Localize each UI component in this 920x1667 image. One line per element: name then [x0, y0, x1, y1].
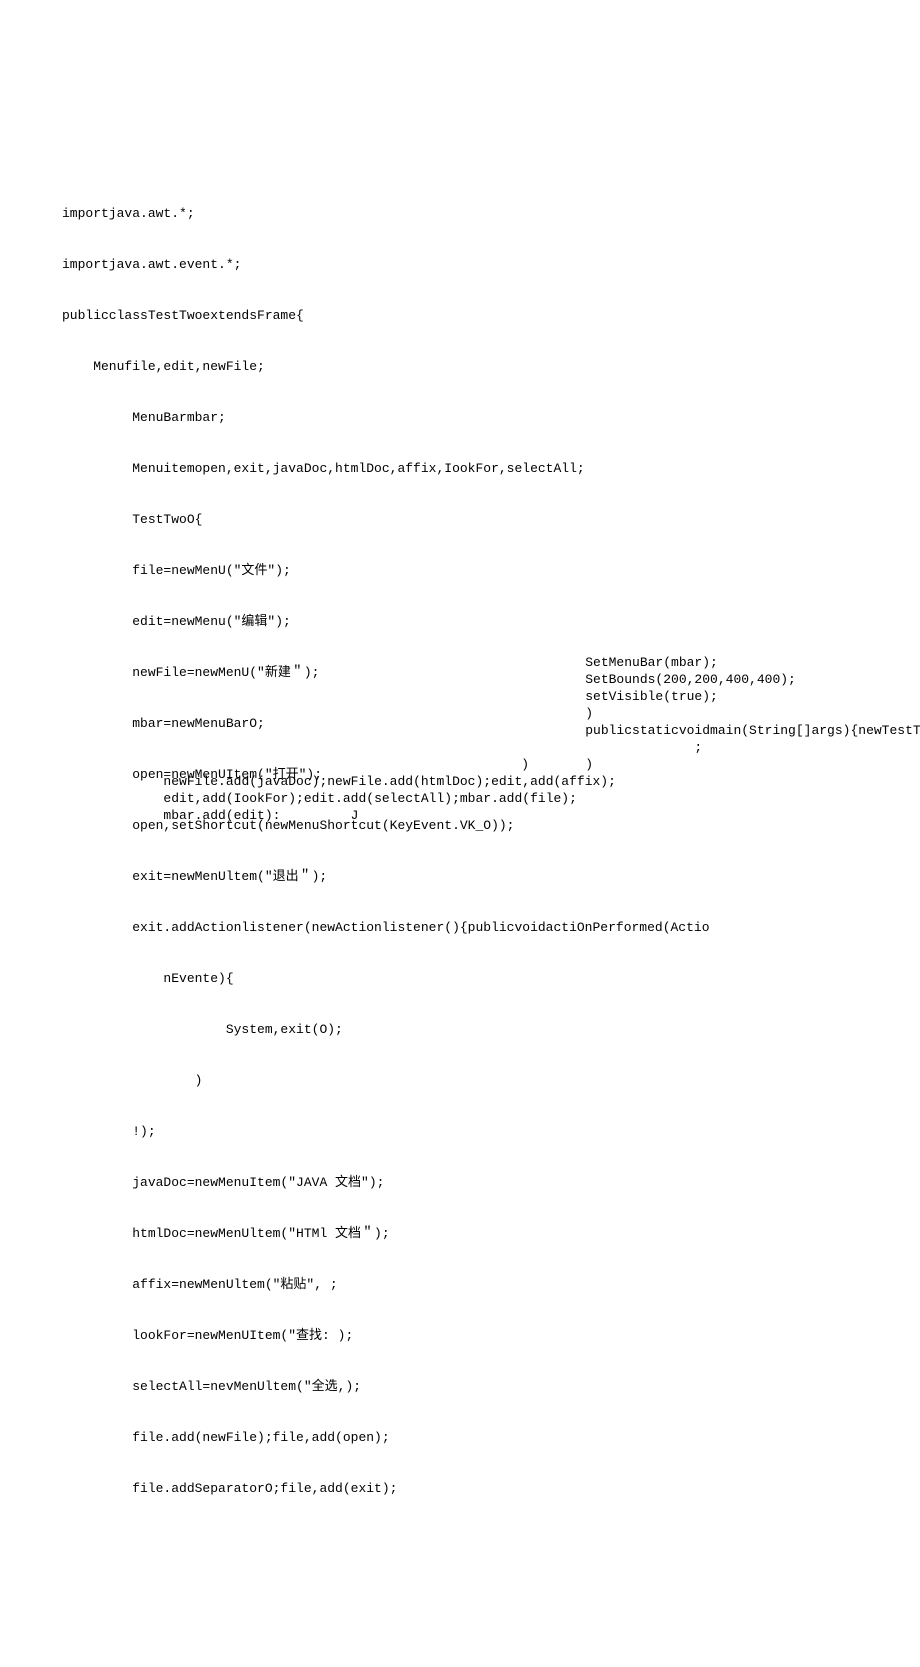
code-line: SetBounds(200,200,400,400); — [585, 672, 796, 687]
code-block-main: importjava.awt.*; importjava.awt.event.*… — [62, 171, 920, 1531]
code-line: newFile.add(javaDoc);newFile.add(htmlDoc… — [93, 774, 616, 789]
code-line: TestTwoO{ — [62, 511, 920, 528]
code-line: ) — [62, 1072, 920, 1089]
code-line: lookFor=newMenUItem("查找: ); — [62, 1327, 920, 1344]
code-line: Menufile,edit,newFile; — [62, 358, 920, 375]
code-line: MenuBarmbar; — [62, 409, 920, 426]
code-line: file.add(newFile);file,add(open); — [62, 1429, 920, 1446]
code-line: edit,add(IookFor);edit.add(selectAll);mb… — [93, 791, 577, 806]
code-line: importjava.awt.event.*; — [62, 256, 920, 273]
code-line: exit=newMenUltem("退出＂); — [62, 868, 920, 885]
code-line: exit.addActionlistener(newActionlistener… — [62, 919, 920, 936]
code-line: importjava.awt.*; — [62, 205, 920, 222]
code-line: mbar.add(edit): J — [93, 808, 358, 823]
code-line: htmlDoc=newMenUltem("HTMl 文档＂); — [62, 1225, 920, 1242]
code-line: !); — [62, 1123, 920, 1140]
code-line: file.addSeparatorO;file,add(exit); — [62, 1480, 920, 1497]
code-line: publicclassTestTwoextendsFrame{ — [62, 307, 920, 324]
code-line: nEvente){ — [62, 970, 920, 987]
code-line: javaDoc=newMenuItem("JAVA 文档"); — [62, 1174, 920, 1191]
code-line: System,exit(O); — [62, 1021, 920, 1038]
code-line: Menuitemopen,exit,javaDoc,htmlDoc,affix,… — [62, 460, 920, 477]
code-line: ; — [585, 740, 702, 755]
code-line: affix=newMenUltem("粘贴", ; — [62, 1276, 920, 1293]
code-line: selectAll=nevMenUltem("全选,); — [62, 1378, 920, 1395]
code-line: file=newMenU("文件"); — [62, 562, 920, 579]
code-line: publicstaticvoidmain(String[]args){newTe… — [585, 723, 920, 738]
code-line: setVisible(true); — [585, 689, 718, 704]
code-line: ) — [585, 706, 593, 721]
code-block-tail: newFile.add(javaDoc);newFile.add(htmlDoc… — [62, 756, 616, 841]
code-line: edit=newMenu("编辑"); — [62, 613, 920, 630]
document-page: importjava.awt.*; importjava.awt.event.*… — [0, 0, 920, 1301]
code-line: SetMenuBar(mbar); — [585, 655, 718, 670]
